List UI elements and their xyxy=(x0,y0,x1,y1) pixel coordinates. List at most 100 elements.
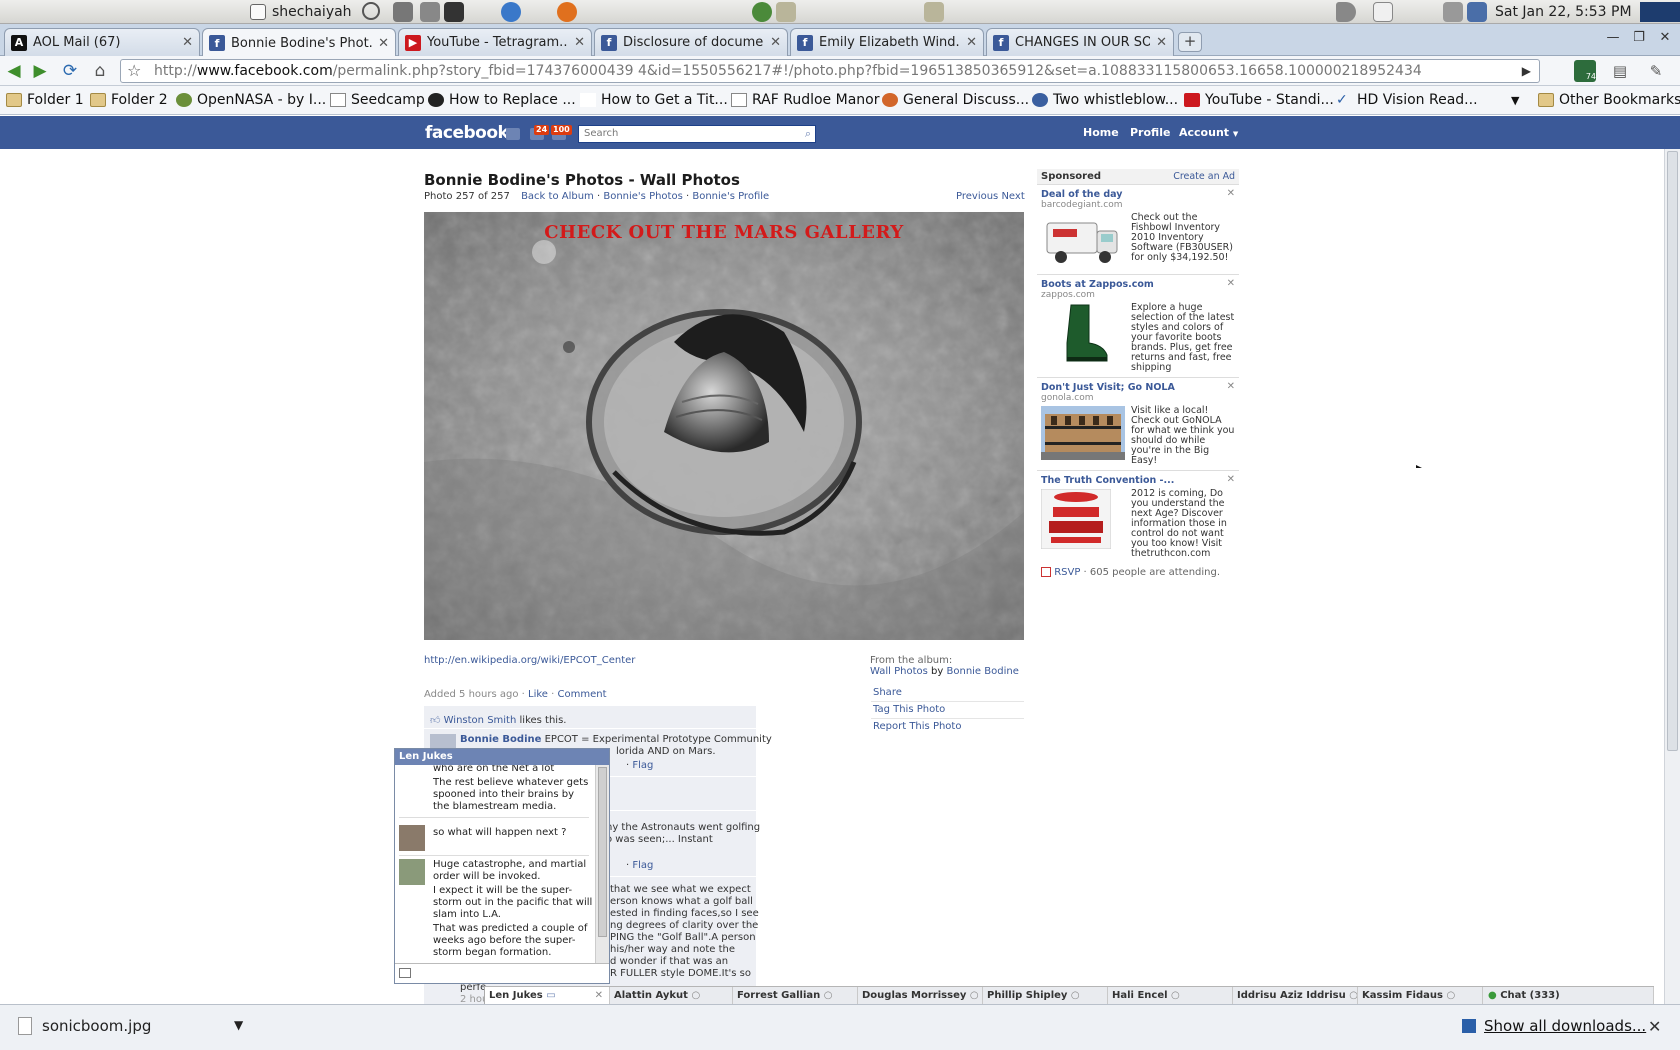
ad-title[interactable]: Deal of the day xyxy=(1041,189,1235,200)
close-ad-icon[interactable]: ✕ xyxy=(1227,381,1235,392)
bookmark-how-to-replace[interactable]: How to Replace ... xyxy=(428,90,576,110)
comment-author-link[interactable]: Bonnie Bodine xyxy=(460,734,541,745)
main-photo[interactable]: CHECK OUT THE MARS GALLERY xyxy=(424,212,1024,640)
wrench-menu-icon[interactable]: ✎ xyxy=(1646,61,1666,81)
nav-profile[interactable]: Profile xyxy=(1130,126,1170,139)
create-ad-link[interactable]: Create an Ad xyxy=(1173,169,1235,185)
nav-account[interactable]: Account ▼ xyxy=(1179,126,1238,139)
close-tab-icon[interactable]: ✕ xyxy=(770,35,781,50)
close-tab-icon[interactable]: ✕ xyxy=(182,35,193,50)
chat-tab-alattin-aykut[interactable]: Alattin Aykut ○ xyxy=(610,987,733,1005)
show-all-downloads-link[interactable]: Show all downloads... xyxy=(1462,1017,1646,1035)
file-manager-icon[interactable] xyxy=(776,2,796,22)
facebook-logo[interactable]: facebook xyxy=(425,123,509,143)
delivery-truck-icon[interactable] xyxy=(1041,213,1125,270)
bookmark-seedcamp[interactable]: Seedcamp xyxy=(330,90,425,110)
mail-envelope-icon[interactable] xyxy=(1373,2,1393,22)
extension-icon[interactable]: 74 xyxy=(1574,60,1596,82)
scrollbar-thumb[interactable] xyxy=(1667,151,1678,751)
settings-gear-icon[interactable] xyxy=(393,2,413,22)
bookmark-folder-2[interactable]: Folder 2 xyxy=(90,90,168,110)
bookmark-general-discuss[interactable]: General Discuss... xyxy=(882,90,1029,110)
close-download-shelf-icon[interactable]: ✕ xyxy=(1648,1017,1661,1036)
report-photo-link[interactable]: Report This Photo xyxy=(873,721,961,732)
flag-link[interactable]: Flag xyxy=(632,760,653,771)
chat-scrollbar[interactable] xyxy=(595,765,609,963)
bonnies-photos-link[interactable]: Bonnie's Photos xyxy=(603,191,682,202)
tab-changes-in-our[interactable]: f CHANGES IN OUR SO... ✕ xyxy=(986,28,1174,56)
address-bar[interactable]: ☆ http://www.facebook.com/permalink.php?… xyxy=(120,59,1540,83)
close-ad-icon[interactable]: ✕ xyxy=(1227,188,1235,199)
album-owner-link[interactable]: Bonnie Bodine xyxy=(947,666,1019,677)
ad-zappos-boots[interactable]: Boots at Zappos.com zappos.com ✕ Explore… xyxy=(1037,275,1239,378)
bookmark-two-whistleblow[interactable]: Two whistleblow... xyxy=(1032,90,1178,110)
user-switcher[interactable]: shechaiyah xyxy=(250,2,352,22)
reload-icon[interactable]: ⟳ xyxy=(60,61,80,81)
balcony-building-icon[interactable] xyxy=(1041,406,1125,466)
ad-gonola[interactable]: Don't Just Visit; Go NOLA gonola.com ✕ V… xyxy=(1037,378,1239,471)
terminal-icon[interactable] xyxy=(444,2,464,22)
system-gear-icon[interactable] xyxy=(420,2,440,22)
wikipedia-epcot-link[interactable]: http://en.wikipedia.org/wiki/EPCOT_Cente… xyxy=(424,655,635,666)
flag-link[interactable]: Flag xyxy=(632,860,653,871)
comment-link[interactable]: Comment xyxy=(558,689,607,700)
green-boot-icon[interactable] xyxy=(1041,303,1125,373)
forward-arrow-icon[interactable]: ▶ xyxy=(30,61,50,81)
system-monitor-icon[interactable] xyxy=(1640,2,1680,22)
bookmarks-overflow-chevron-icon[interactable]: ▼ xyxy=(1511,90,1519,110)
chat-tab-kassim-fidaus[interactable]: Kassim Fidaus ○ xyxy=(1358,987,1483,1005)
chat-input[interactable] xyxy=(395,963,609,983)
other-bookmarks[interactable]: Other Bookmarks xyxy=(1538,90,1680,110)
close-ad-icon[interactable]: ✕ xyxy=(1227,278,1235,289)
avatar[interactable] xyxy=(399,825,425,851)
firefox-icon[interactable] xyxy=(557,2,577,22)
restore-window-icon[interactable]: ❐ xyxy=(1628,30,1650,48)
back-arrow-icon[interactable]: ◀ xyxy=(4,61,24,81)
tag-photo-link[interactable]: Tag This Photo xyxy=(873,704,945,715)
previous-photo-link[interactable]: Previous xyxy=(956,191,998,202)
chromium-icon[interactable] xyxy=(501,2,521,22)
close-tab-icon[interactable]: ✕ xyxy=(378,36,389,51)
liker-link[interactable]: Winston Smith xyxy=(444,715,517,726)
bookmark-folder-1[interactable]: Folder 1 xyxy=(6,90,84,110)
truth-convention-poster-icon[interactable] xyxy=(1040,488,1125,559)
fb-search-input[interactable]: Search ⌕ xyxy=(578,125,816,143)
chat-tab-len-jukes[interactable]: Len Jukes ▭ ✕ xyxy=(484,987,610,1005)
chat-tab-phillip-shipley[interactable]: Phillip Shipley ○ xyxy=(983,987,1108,1005)
printer-icon[interactable] xyxy=(1443,2,1463,22)
ad-title[interactable]: The Truth Convention -... xyxy=(1041,475,1235,486)
chat-tab-douglas-morrissey[interactable]: Douglas Morrissey ○ xyxy=(858,987,983,1005)
chat-online-button[interactable]: ● Chat (333) xyxy=(1484,987,1654,1005)
ad-title[interactable]: Don't Just Visit; Go NOLA xyxy=(1041,382,1235,393)
ad-truth-convention[interactable]: The Truth Convention -... ✕ 2012 is comi… xyxy=(1037,471,1239,563)
friend-requests-icon[interactable] xyxy=(506,128,520,140)
chat-tab-iddrisu-aziz-iddrisu[interactable]: Iddrisu Aziz Iddrisu ○ xyxy=(1233,987,1358,1005)
bookmark-star-icon[interactable]: ☆ xyxy=(127,60,141,82)
search-icon[interactable]: ⌕ xyxy=(805,126,811,142)
clock[interactable]: Sat Jan 22, 5:53 PM xyxy=(1495,2,1632,22)
chat-window-title[interactable]: Len Jukes xyxy=(395,749,609,765)
rsvp-link[interactable]: RSVP xyxy=(1054,567,1080,578)
ad-deal-of-the-day[interactable]: Deal of the day barcodegiant.com ✕ Check… xyxy=(1037,185,1239,275)
close-ad-icon[interactable]: ✕ xyxy=(1227,474,1235,485)
page-scrollbar[interactable] xyxy=(1664,149,1680,1004)
share-link[interactable]: Share xyxy=(873,687,902,698)
chat-tab-forrest-gallian[interactable]: Forrest Gallian ○ xyxy=(733,987,858,1005)
minimize-window-icon[interactable]: — xyxy=(1602,30,1624,48)
network-icon[interactable] xyxy=(1467,2,1487,22)
chat-tab-hali-encel[interactable]: Hali Encel ○ xyxy=(1108,987,1233,1005)
tab-emily-elizabeth[interactable]: f Emily Elizabeth Wind... ✕ xyxy=(790,28,984,56)
avatar[interactable] xyxy=(399,859,425,885)
globe-icon[interactable] xyxy=(752,2,772,22)
ad-title[interactable]: Boots at Zappos.com xyxy=(1041,279,1235,290)
new-tab-button[interactable]: + xyxy=(1178,32,1202,52)
tab-disclosure[interactable]: f Disclosure of docume... ✕ xyxy=(594,28,788,56)
close-tab-icon[interactable]: ✕ xyxy=(574,35,585,50)
scrollbar-thumb[interactable] xyxy=(598,767,607,937)
download-item[interactable]: sonicboom.jpg xyxy=(18,1017,151,1035)
volume-icon[interactable] xyxy=(1336,2,1356,22)
go-arrow-icon[interactable]: ▶ xyxy=(1522,60,1531,82)
back-to-album-link[interactable]: Back to Album xyxy=(521,191,594,202)
tab-youtube-tetragram[interactable]: ▶ YouTube - Tetragram... ✕ xyxy=(398,28,592,56)
bonnies-profile-link[interactable]: Bonnie's Profile xyxy=(692,191,769,202)
